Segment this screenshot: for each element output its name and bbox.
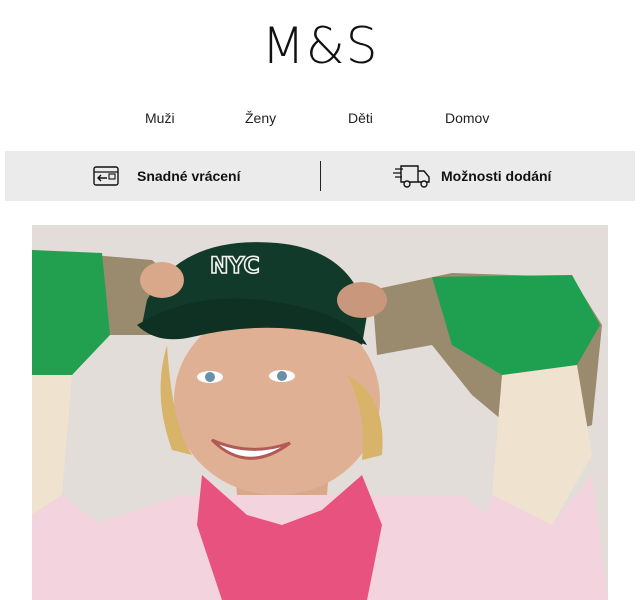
nav-item-home[interactable]: Domov (445, 106, 489, 130)
benefits-divider (320, 161, 321, 191)
delivery-truck-icon (393, 162, 433, 190)
easy-returns-link[interactable]: Snadné vrácení (89, 151, 241, 201)
hero-illustration: NYC (32, 225, 608, 600)
delivery-options-link[interactable]: Možnosti dodání (393, 151, 551, 201)
cap-lettering: NYC (210, 254, 260, 279)
return-box-icon (89, 162, 129, 190)
hero-image[interactable]: NYC (32, 225, 608, 600)
nav-item-kids[interactable]: Děti (348, 106, 373, 130)
delivery-options-label: Možnosti dodání (441, 168, 552, 184)
nav-item-men[interactable]: Muži (145, 106, 175, 130)
brand-logo[interactable]: M&S (0, 14, 640, 78)
easy-returns-label: Snadné vrácení (137, 168, 241, 184)
benefits-bar: Snadné vrácení Možnosti dodání (5, 151, 635, 201)
main-nav: Muži Ženy Děti Domov (0, 106, 640, 130)
nav-item-women[interactable]: Ženy (245, 106, 276, 130)
